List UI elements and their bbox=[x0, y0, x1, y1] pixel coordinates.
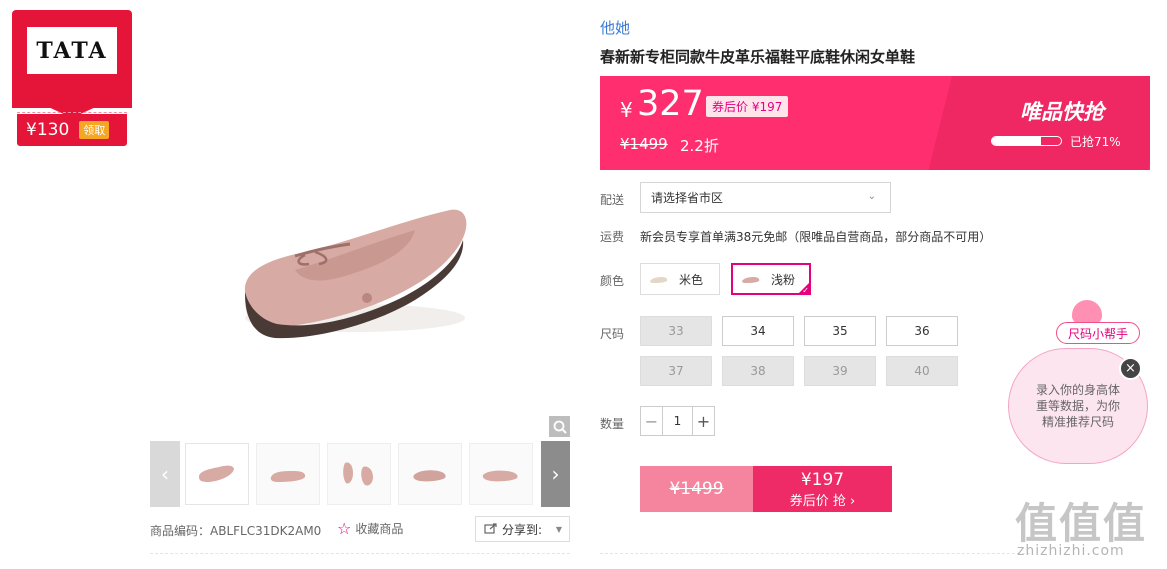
quantity-plus-button[interactable]: + bbox=[692, 407, 714, 435]
chevron-right-icon[interactable]: › bbox=[541, 441, 570, 507]
divider bbox=[150, 553, 570, 554]
watermark-url: zhizhizhi.com bbox=[1017, 543, 1125, 559]
favorite-label: 收藏商品 bbox=[355, 522, 404, 536]
share-icon bbox=[484, 522, 498, 537]
close-icon[interactable]: × bbox=[1119, 357, 1142, 380]
share-dropdown[interactable]: 分享到: ▼ bbox=[475, 516, 570, 542]
chevron-down-icon: ⌄ bbox=[867, 191, 876, 202]
size-option-37: 37 bbox=[640, 356, 712, 386]
product-code: 商品编码：ABLFLC31DK2AM0 bbox=[150, 524, 322, 538]
color-label: 颜色 bbox=[600, 274, 625, 288]
shipping-label: 运费 bbox=[600, 230, 625, 244]
caret-down-icon: ▼ bbox=[555, 525, 562, 534]
buy-with-coupon-button[interactable]: ¥1499 ¥197 券后价 抢 › bbox=[640, 466, 892, 512]
shoe-swatch-icon bbox=[742, 277, 760, 283]
color-option-beige[interactable]: 米色 bbox=[640, 263, 720, 295]
currency-symbol: ¥ bbox=[620, 98, 633, 122]
size-helper-text: 录入你的身高体重等数据，为你精准推荐尺码 bbox=[1035, 383, 1120, 429]
after-coupon-price: 券后价 ¥197 bbox=[706, 96, 789, 117]
check-icon: ✓ bbox=[802, 286, 809, 295]
thumbnail-2[interactable] bbox=[256, 443, 320, 505]
size-option-35[interactable]: 35 bbox=[804, 316, 876, 346]
thumbnail-5[interactable] bbox=[469, 443, 533, 505]
favorite-button[interactable]: ☆ 收藏商品 bbox=[337, 519, 403, 538]
shipping-info: 新会员专享首单满38元免邮（限唯品自营商品，部分商品不可用） bbox=[640, 230, 992, 244]
brand-logo: TATA bbox=[27, 27, 117, 74]
mascot-icon bbox=[1072, 300, 1102, 324]
coupon-claim-button[interactable]: 领取 bbox=[79, 121, 110, 139]
size-option-39: 39 bbox=[804, 356, 876, 386]
region-select[interactable]: 请选择省市区 ⌄ bbox=[640, 182, 891, 213]
current-price: 327 bbox=[637, 84, 704, 124]
price-banner: ¥ 327 券后价 ¥197 ¥1499 2.2折 唯品快抢 已抢71% bbox=[600, 76, 1150, 170]
product-title: 春新新专柜同款牛皮革乐福鞋平底鞋休闲女单鞋 bbox=[600, 48, 916, 66]
quantity-minus-button[interactable]: − bbox=[641, 407, 663, 435]
delivery-label: 配送 bbox=[600, 193, 625, 207]
thumbnail-1[interactable] bbox=[185, 443, 249, 505]
watermark-logo: 值值值 bbox=[1015, 499, 1148, 548]
promo-title: 唯品快抢 bbox=[1020, 100, 1104, 124]
coupon-price: ¥130 bbox=[26, 120, 70, 140]
shop-coupon-badge[interactable]: TATA ¥130 领取 bbox=[12, 10, 132, 146]
brand-logo-text: TATA bbox=[36, 37, 108, 64]
quantity-label: 数量 bbox=[600, 417, 625, 431]
brand-link[interactable]: 他她 bbox=[600, 17, 630, 38]
share-label: 分享到: bbox=[502, 522, 543, 537]
shoe-image bbox=[244, 209, 467, 339]
original-price: ¥1499 bbox=[620, 135, 668, 153]
thumbnail-strip: ‹ › bbox=[150, 441, 570, 507]
size-option-40: 40 bbox=[886, 356, 958, 386]
divider bbox=[600, 553, 1030, 554]
size-option-34[interactable]: 34 bbox=[722, 316, 794, 346]
discount-rate: 2.2折 bbox=[680, 137, 719, 155]
coupon-claim[interactable]: ¥130 领取 bbox=[17, 114, 127, 146]
sold-progress-text: 已抢71% bbox=[1070, 135, 1121, 149]
size-helper-tag[interactable]: 尺码小帮手 bbox=[1056, 322, 1140, 344]
quantity-input[interactable]: 1 bbox=[663, 414, 692, 428]
color-option-light-pink[interactable]: 浅粉 ✓ bbox=[731, 263, 811, 295]
star-icon: ☆ bbox=[337, 519, 352, 538]
thumbnail-3[interactable] bbox=[327, 443, 391, 505]
shoe-swatch-icon bbox=[650, 277, 668, 283]
buy-main[interactable]: ¥197 券后价 抢 › bbox=[753, 466, 892, 512]
quantity-stepper: − 1 + bbox=[640, 406, 715, 436]
chevron-left-icon[interactable]: ‹ bbox=[150, 441, 180, 507]
magnifier-icon[interactable] bbox=[549, 416, 570, 437]
sold-progress-fill bbox=[992, 137, 1041, 145]
size-label: 尺码 bbox=[600, 327, 625, 341]
buy-price: ¥197 bbox=[800, 469, 845, 490]
color-option-label: 米色 bbox=[679, 272, 704, 287]
sold-progress-bar bbox=[991, 136, 1062, 146]
size-option-33: 33 bbox=[640, 316, 712, 346]
thumbnail-4[interactable] bbox=[398, 443, 462, 505]
size-option-36[interactable]: 36 bbox=[886, 316, 958, 346]
coupon-divider bbox=[17, 112, 127, 113]
size-option-38: 38 bbox=[722, 356, 794, 386]
region-select-value: 请选择省市区 bbox=[651, 191, 724, 205]
buy-original-price: ¥1499 bbox=[640, 466, 753, 512]
color-option-label: 浅粉 bbox=[771, 272, 796, 287]
buy-label: 券后价 抢 › bbox=[789, 493, 856, 509]
product-main-image[interactable] bbox=[150, 10, 570, 438]
